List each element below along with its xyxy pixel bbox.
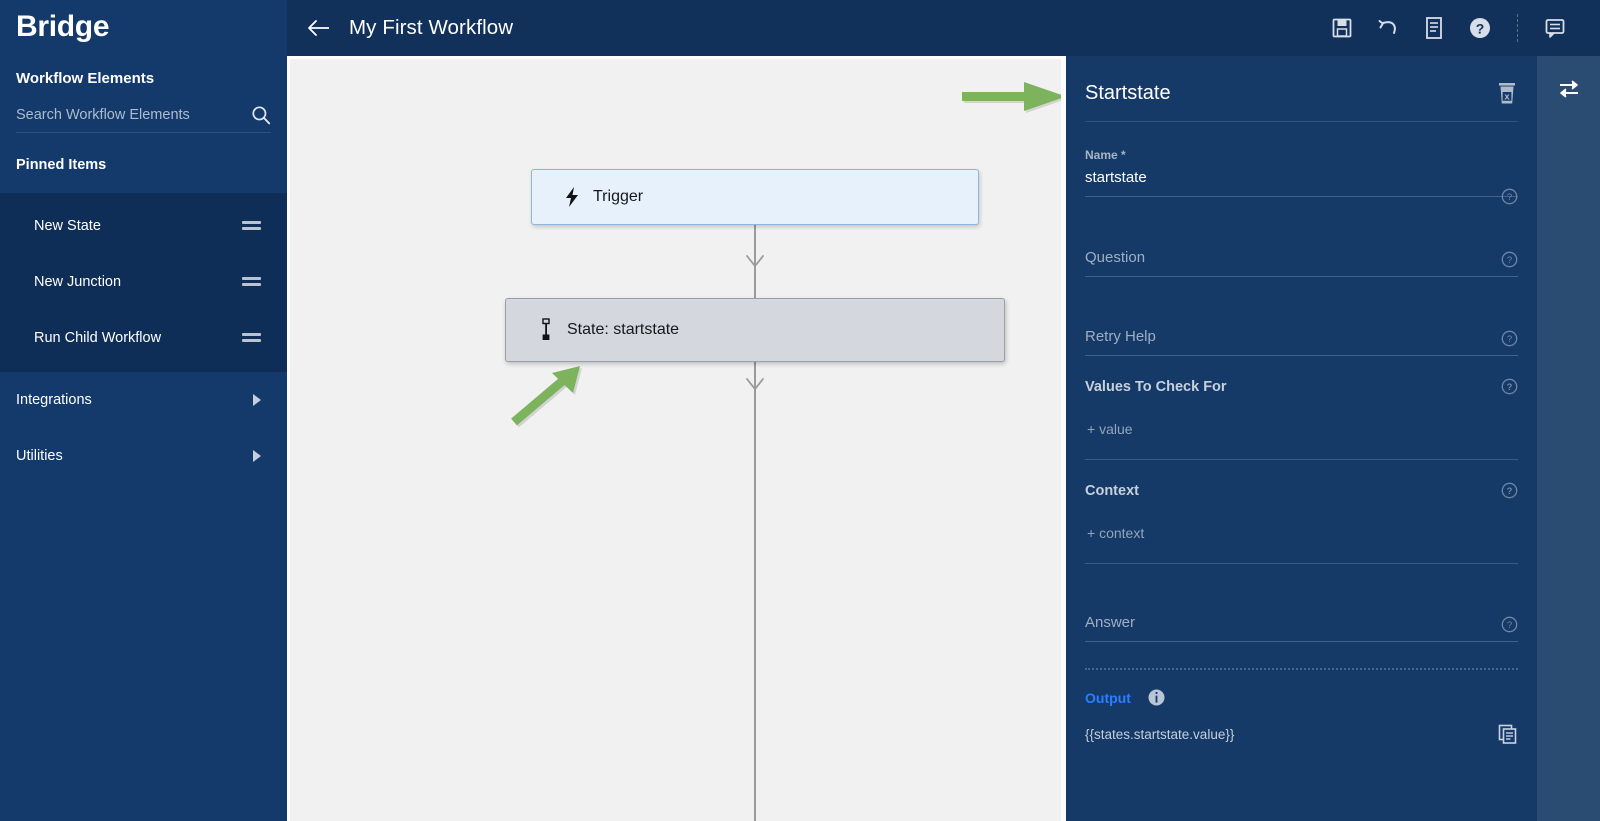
field-name: Name * startstate ? [1085,122,1518,205]
sidebar: Bridge Workflow Elements Pinned Items Ne… [0,0,287,821]
question-circle-outline-icon[interactable]: ? [1501,378,1518,395]
retry-help-input[interactable]: Retry Help [1085,328,1518,356]
field-values-to-check-for: Values To Check For ? + value [1085,356,1518,460]
workflow-canvas-container: Trigger State: startstate [287,56,1063,821]
search-workflow-elements[interactable] [16,105,271,133]
right-rail [1537,56,1600,821]
chevron-right-icon [253,394,261,406]
properties-panel-title: Startstate [1085,81,1171,104]
sidebar-item-integrations[interactable]: Integrations [0,372,287,428]
answer-input[interactable]: Answer [1085,614,1518,642]
field-question: Question ? [1085,197,1518,277]
field-answer: Answer ? [1085,564,1518,642]
svg-text:x: x [1504,92,1510,103]
question-circle-icon: ? [1470,18,1490,38]
question-input[interactable]: Question [1085,249,1518,277]
drag-handle-icon[interactable] [242,332,261,344]
swap-arrows-icon [1559,80,1578,98]
field-placeholder: Question [1085,249,1146,266]
workflow-canvas[interactable]: Trigger State: startstate [290,59,1061,821]
save-floppy-icon [1332,18,1352,38]
edge-state-outgoing [754,362,756,821]
listfield-header: Context ? [1085,482,1518,499]
comments-button[interactable] [1532,5,1578,51]
listfield-header: Values To Check For ? [1085,378,1518,395]
arrow-left-icon [308,20,329,36]
add-context-button[interactable]: + context [1085,499,1518,564]
search-input[interactable] [16,107,251,123]
topbar: My First Workflow ? [287,0,1600,56]
pinned-item-label: Run Child Workflow [34,330,162,346]
sidebar-item-label: Utilities [16,448,63,464]
svg-text:?: ? [1476,21,1485,37]
chevron-right-icon [253,450,261,462]
pinned-item-run-child-workflow[interactable]: Run Child Workflow [0,310,287,366]
field-retry-help: Retry Help ? [1085,277,1518,356]
search-icon[interactable] [251,105,271,125]
svg-text:?: ? [1507,486,1513,497]
toolbar-divider [1517,14,1518,42]
output-label: Output [1085,689,1131,706]
save-button[interactable] [1319,5,1365,51]
question-circle-outline-icon[interactable]: ? [1501,616,1518,633]
node-startstate[interactable]: State: startstate [505,298,1005,362]
green-arrow-right [962,82,1061,113]
help-button[interactable]: ? [1457,5,1503,51]
properties-panel-header: Startstate x [1085,56,1518,122]
output-value-row: {{states.startstate.value}} [1085,706,1518,744]
pinned-item-label: New Junction [34,274,122,290]
info-circle-icon[interactable] [1148,689,1165,706]
field-label: Name * [1085,148,1126,162]
field-label: Values To Check For [1085,378,1227,395]
page-title: My First Workflow [349,16,514,39]
drag-handle-icon[interactable] [242,220,261,232]
field-value: startstate [1085,169,1147,186]
pinned-item-new-state[interactable]: New State [0,198,287,254]
node-trigger[interactable]: Trigger [531,169,979,225]
back-button[interactable] [306,15,332,41]
output-value: {{states.startstate.value}} [1085,727,1235,742]
node-label: Trigger [593,188,644,205]
svg-text:?: ? [1507,334,1512,345]
green-arrow-diagonal [511,366,582,428]
drag-handle-icon[interactable] [242,276,261,288]
field-label: Context [1085,482,1139,499]
sidebar-item-utilities[interactable]: Utilities [0,428,287,484]
sidebar-section-title: Workflow Elements [16,70,155,87]
pinned-items-title: Pinned Items [16,157,107,173]
pinned-items-list: New State New Junction Run Child Workflo… [0,193,287,372]
trash-icon: x [1499,83,1515,104]
edge-arrowhead-icon [746,378,764,391]
properties-panel: Startstate x Name * startstate ? Questio… [1063,56,1537,821]
question-circle-outline-icon[interactable]: ? [1501,251,1518,268]
copy-icon[interactable] [1498,724,1518,744]
lightning-bolt-icon [559,187,585,207]
sidebar-item-label: Integrations [16,392,92,408]
document-lines-icon [1426,17,1442,39]
edge-arrowhead-icon [746,255,764,268]
field-context: Context ? + context [1085,460,1518,564]
node-label: State: startstate [567,321,680,338]
pinned-item-new-junction[interactable]: New Junction [0,254,287,310]
add-value-button[interactable]: + value [1085,395,1518,460]
name-input[interactable]: startstate [1085,169,1518,197]
undo-arrow-icon [1378,20,1396,34]
field-placeholder: Answer [1085,614,1136,631]
notes-button[interactable] [1411,5,1457,51]
pinned-item-label: New State [34,218,101,234]
undo-button[interactable] [1365,5,1411,51]
comment-lines-icon [1545,19,1565,38]
panel-swap-button[interactable] [1552,72,1586,106]
question-circle-outline-icon[interactable]: ? [1501,330,1518,347]
svg-text:?: ? [1507,620,1512,631]
output-header: Output [1085,670,1518,706]
field-placeholder: Retry Help [1085,328,1156,345]
app-brand: Bridge [16,10,110,43]
question-circle-outline-icon[interactable]: ? [1501,482,1518,499]
svg-text:?: ? [1507,255,1512,266]
state-pin-icon [533,318,559,342]
delete-state-button[interactable]: x [1496,81,1518,105]
svg-text:?: ? [1507,382,1513,393]
